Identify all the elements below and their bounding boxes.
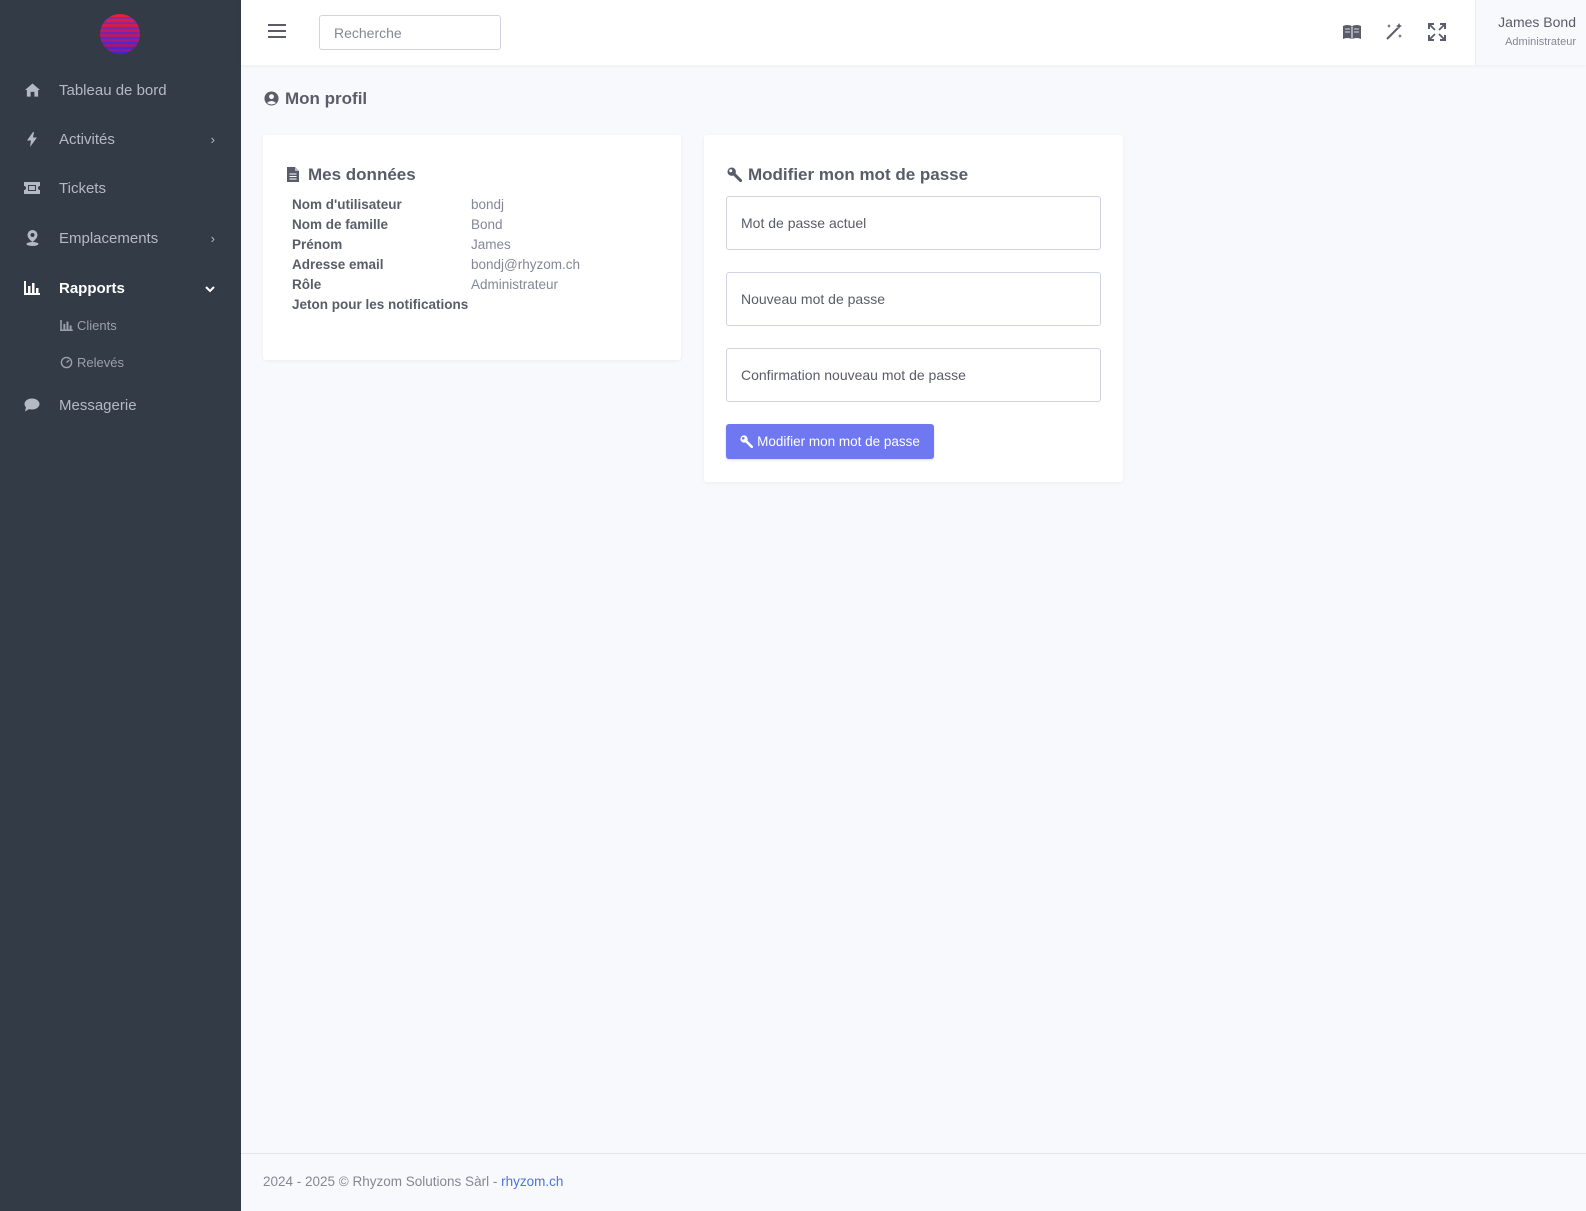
card-title-text: Modifier mon mot de passe	[748, 165, 969, 184]
user-menu[interactable]: James Bond Administrateur	[1475, 0, 1586, 65]
sidebar-subitem-releves[interactable]: Relevés	[60, 350, 124, 374]
field-value: bondj	[471, 197, 505, 212]
hamburger-menu-icon[interactable]	[268, 24, 286, 40]
change-password-button[interactable]: Modifier mon mot de passe	[726, 424, 934, 459]
button-label: Modifier mon mot de passe	[757, 434, 920, 449]
sidebar: Tableau de bord Activités › Tickets Empl…	[0, 0, 241, 1211]
sidebar-item-rapports[interactable]: Rapports	[0, 268, 241, 308]
profile-row: Prénom James	[292, 235, 580, 255]
sidebar-item-label: Tableau de bord	[59, 81, 167, 99]
bar-chart-icon	[60, 318, 74, 332]
sidebar-subitem-label: Clients	[77, 317, 117, 333]
new-password-field[interactable]	[726, 272, 1101, 326]
search-input[interactable]	[319, 15, 501, 50]
home-icon	[24, 82, 40, 98]
bar-chart-icon	[24, 280, 40, 296]
field-label: Nom de famille	[292, 217, 389, 232]
profile-data-card: Mes données Nom d'utilisateur bondj Nom …	[263, 135, 681, 360]
user-role: Administrateur	[1505, 36, 1576, 48]
field-value: bondj@rhyzom.ch	[471, 257, 581, 272]
magic-wand-icon[interactable]	[1382, 20, 1406, 44]
copyright-text: 2024 - 2025 © Rhyzom Solutions Sàrl -	[263, 1174, 502, 1189]
sidebar-item-label: Activités	[59, 130, 115, 148]
footer: 2024 - 2025 © Rhyzom Solutions Sàrl - rh…	[241, 1153, 1586, 1211]
user-circle-icon	[264, 91, 280, 107]
profile-row: Adresse email bondj@rhyzom.ch	[292, 255, 580, 275]
footer-link[interactable]: rhyzom.ch	[501, 1174, 563, 1189]
sidebar-item-label: Tickets	[59, 179, 106, 197]
field-value: Bond	[471, 217, 503, 232]
chevron-right-icon: ›	[210, 230, 215, 246]
field-label: Nom d'utilisateur	[292, 197, 402, 212]
card-title-text: Mes données	[308, 165, 416, 184]
page-title-text: Mon profil	[285, 89, 368, 108]
document-icon	[287, 167, 303, 183]
fullscreen-icon[interactable]	[1425, 20, 1449, 44]
confirm-password-field[interactable]	[726, 348, 1101, 402]
sidebar-item-label: Messagerie	[59, 396, 137, 414]
field-value: Administrateur	[471, 277, 559, 292]
profile-data-list: Nom d'utilisateur bondj Nom de famille B…	[292, 195, 580, 315]
location-pin-icon	[24, 230, 40, 246]
sidebar-item-label: Rapports	[59, 279, 125, 297]
brand-logo[interactable]	[100, 14, 140, 54]
profile-row: Nom de famille Bond	[292, 215, 580, 235]
sidebar-item-emplacements[interactable]: Emplacements ›	[0, 218, 241, 258]
field-label: Jeton pour les notifications	[292, 297, 469, 312]
sidebar-item-tickets[interactable]: Tickets	[0, 168, 241, 208]
ticket-icon	[24, 180, 40, 196]
sidebar-subitem-label: Relevés	[77, 354, 124, 370]
sidebar-item-messagerie[interactable]: Messagerie	[0, 385, 241, 425]
field-label: Rôle	[292, 277, 322, 292]
field-label: Adresse email	[292, 257, 384, 272]
profile-row: Jeton pour les notifications	[292, 295, 580, 315]
wrench-icon	[727, 167, 743, 183]
card-title: Modifier mon mot de passe	[727, 165, 968, 185]
user-name: James Bond	[1498, 14, 1576, 30]
book-icon[interactable]	[1340, 20, 1364, 44]
gauge-icon	[60, 355, 74, 369]
field-label: Prénom	[292, 237, 343, 252]
sidebar-item-activites[interactable]: Activités ›	[0, 119, 241, 159]
sidebar-subitem-clients[interactable]: Clients	[60, 313, 117, 337]
wrench-icon	[740, 435, 754, 448]
topbar: James Bond Administrateur	[241, 0, 1586, 65]
current-password-field[interactable]	[726, 196, 1101, 250]
change-password-card: Modifier mon mot de passe Modifier mon m…	[704, 135, 1123, 482]
bolt-icon	[24, 131, 40, 147]
sidebar-item-tableau-de-bord[interactable]: Tableau de bord	[0, 70, 241, 110]
chevron-right-icon: ›	[210, 131, 215, 147]
profile-row: Nom d'utilisateur bondj	[292, 195, 580, 215]
chat-bubble-icon	[24, 397, 40, 413]
footer-text: 2024 - 2025 © Rhyzom Solutions Sàrl - rh…	[263, 1174, 563, 1189]
chevron-down-icon	[205, 281, 215, 296]
page-title: Mon profil	[264, 89, 367, 109]
field-value: James	[471, 237, 511, 252]
sidebar-item-label: Emplacements	[59, 229, 159, 247]
card-title: Mes données	[287, 165, 416, 185]
profile-row: Rôle Administrateur	[292, 275, 580, 295]
